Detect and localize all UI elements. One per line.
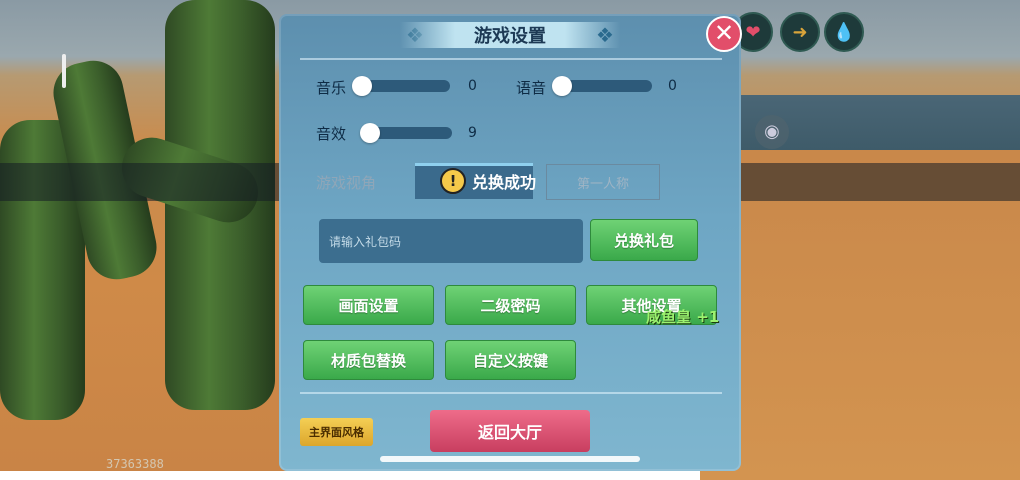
sfx-value: 9: [468, 125, 477, 141]
secondary-password-button[interactable]: 二级密码: [445, 285, 576, 325]
gift-code-placeholder: 请输入礼包码: [329, 234, 402, 249]
dialog-title: 游戏设置: [474, 26, 546, 47]
title-ornament-right-icon: ❖: [596, 23, 614, 47]
toast-message: ! 兑换成功: [440, 168, 536, 194]
music-value: 0: [468, 78, 477, 94]
top-divider: [300, 58, 722, 60]
eye-icon[interactable]: ◉: [755, 115, 789, 149]
redeem-gift-button[interactable]: 兑换礼包: [590, 219, 698, 261]
alert-icon: !: [440, 168, 466, 194]
toast-text: 兑换成功: [472, 173, 537, 192]
side-handle[interactable]: [62, 54, 66, 88]
sfx-slider-knob[interactable]: [360, 123, 380, 143]
texture-pack-button[interactable]: 材质包替换: [303, 340, 434, 380]
voice-slider-knob[interactable]: [552, 76, 572, 96]
player-id: 37363388: [106, 457, 164, 471]
title-bar: 游戏设置: [400, 22, 620, 48]
voice-slider[interactable]: [558, 80, 652, 92]
back-to-lobby-button[interactable]: 返回大厅: [430, 410, 590, 452]
custom-keys-button[interactable]: 自定义按键: [445, 340, 576, 380]
voice-label: 语音: [516, 79, 547, 97]
pickup-notice: 咸鱼皇 +1: [646, 308, 720, 326]
bottom-divider: [300, 392, 722, 394]
water-icon: 💧: [824, 12, 864, 52]
sfx-label: 音效: [316, 125, 347, 143]
view-label: 游戏视角: [316, 174, 377, 192]
music-label: 音乐: [316, 79, 347, 97]
close-button[interactable]: ✕: [706, 16, 742, 52]
home-indicator[interactable]: [380, 456, 640, 462]
ui-style-button[interactable]: 主界面风格: [300, 418, 373, 446]
voice-value: 0: [668, 78, 677, 94]
music-slider-knob[interactable]: [352, 76, 372, 96]
graphics-settings-button[interactable]: 画面设置: [303, 285, 434, 325]
view-tab-first-person[interactable]: 第一人称: [546, 164, 660, 200]
gift-code-input[interactable]: 请输入礼包码: [319, 219, 583, 263]
food-icon: ➜: [780, 12, 820, 52]
